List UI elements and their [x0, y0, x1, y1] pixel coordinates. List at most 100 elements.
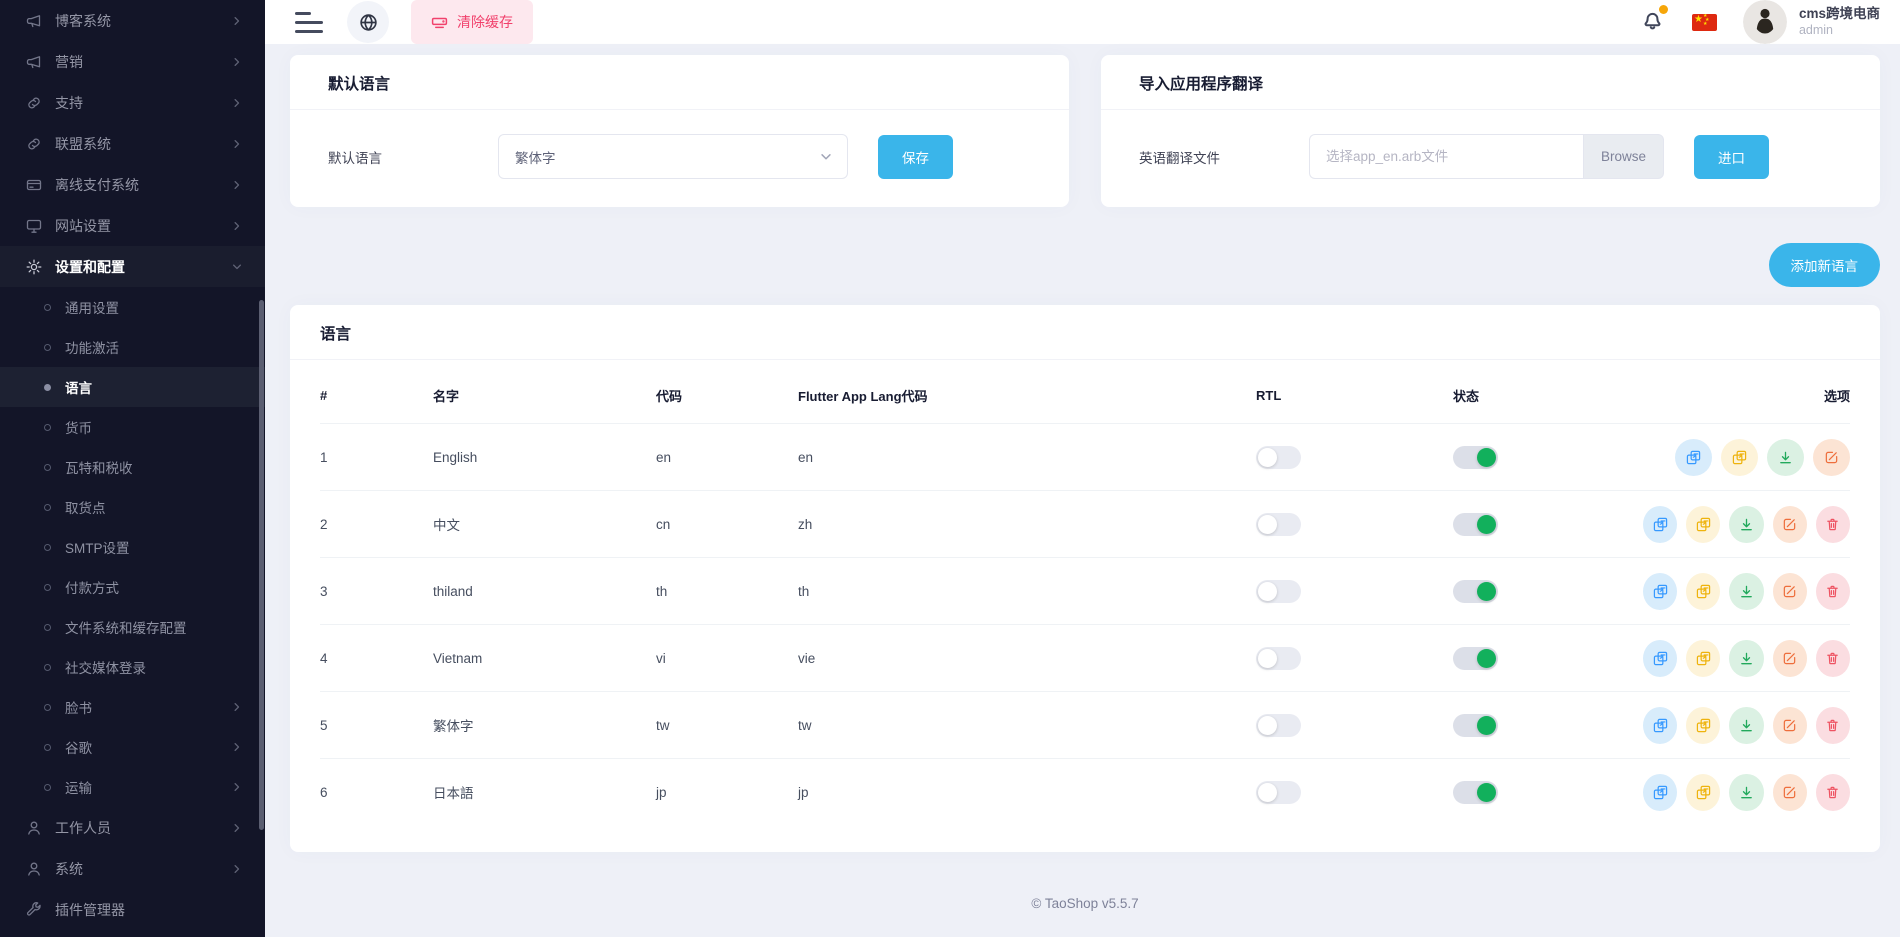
edit-button[interactable]: [1773, 640, 1807, 677]
rtl-toggle[interactable]: [1256, 781, 1301, 804]
rtl-toggle[interactable]: [1256, 446, 1301, 469]
download-button[interactable]: [1729, 573, 1763, 610]
cell-code: tw: [656, 692, 798, 759]
translate-copy-button[interactable]: [1643, 573, 1677, 610]
add-language-button[interactable]: 添加新语言: [1769, 243, 1881, 287]
sidebar-subitem-language[interactable]: 语言: [0, 367, 265, 407]
delete-button[interactable]: [1816, 707, 1850, 744]
sidebar-item-label: 设置和配置: [55, 257, 231, 277]
sidebar-item-affiliate-system[interactable]: 联盟系统: [0, 123, 265, 164]
sidebar-item-offline-payment[interactable]: 离线支付系统: [0, 164, 265, 205]
status-toggle[interactable]: [1453, 580, 1498, 603]
status-toggle[interactable]: [1453, 446, 1498, 469]
translate-copy-button[interactable]: [1675, 439, 1712, 476]
cell-num: 1: [320, 424, 433, 491]
edit-button[interactable]: [1813, 439, 1850, 476]
language-flag-button[interactable]: ★ ★ ★ ★: [1692, 14, 1717, 31]
sidebar-subitem-google[interactable]: 谷歌: [0, 727, 265, 767]
monitor-icon: [26, 218, 42, 234]
download-button[interactable]: [1729, 774, 1763, 811]
translate-copy-button[interactable]: [1643, 707, 1677, 744]
sidebar-subitem-smtp-settings[interactable]: SMTP设置: [0, 527, 265, 567]
status-toggle[interactable]: [1453, 714, 1498, 737]
chevron-right-icon: [231, 863, 243, 875]
edit-icon: [1782, 651, 1797, 666]
sidebar-item-plugin-manager[interactable]: 插件管理器: [0, 889, 265, 930]
default-language-select[interactable]: 繁体字: [498, 134, 848, 179]
translate-button[interactable]: [1686, 707, 1720, 744]
user-icon: [26, 861, 42, 877]
sidebar-item-label: 系统: [55, 859, 231, 879]
download-button[interactable]: [1729, 707, 1763, 744]
import-button[interactable]: 进口: [1694, 135, 1769, 179]
translation-file-input[interactable]: [1309, 134, 1583, 179]
edit-button[interactable]: [1773, 774, 1807, 811]
download-icon: [1739, 584, 1754, 599]
user-meta[interactable]: cms跨境电商 admin: [1799, 6, 1880, 39]
status-toggle[interactable]: [1453, 647, 1498, 670]
sidebar-subitem-filesystem-cache[interactable]: 文件系统和缓存配置: [0, 607, 265, 647]
chevron-right-icon: [231, 701, 243, 713]
sidebar-subitem-general-settings[interactable]: 通用设置: [0, 287, 265, 327]
sidebar-subitem-payment-methods[interactable]: 付款方式: [0, 567, 265, 607]
translate-copy-button[interactable]: [1643, 640, 1677, 677]
status-toggle[interactable]: [1453, 513, 1498, 536]
sidebar-item-label: 支持: [55, 93, 231, 113]
status-toggle[interactable]: [1453, 781, 1498, 804]
download-button[interactable]: [1767, 439, 1804, 476]
table-row: 3 thiland th th: [320, 558, 1850, 625]
clear-cache-button[interactable]: 清除缓存: [411, 0, 533, 44]
sidebar-subitem-label: 功能激活: [65, 337, 119, 357]
delete-button[interactable]: [1816, 506, 1850, 543]
globe-button[interactable]: [347, 1, 389, 43]
sidebar-item-support[interactable]: 支持: [0, 82, 265, 123]
sidebar-item-settings-config[interactable]: 设置和配置: [0, 246, 265, 287]
edit-button[interactable]: [1773, 707, 1807, 744]
browse-button[interactable]: Browse: [1583, 134, 1664, 179]
sidebar-subitem-feature-activation[interactable]: 功能激活: [0, 327, 265, 367]
rtl-toggle[interactable]: [1256, 580, 1301, 603]
sidebar-subitem-currency[interactable]: 货币: [0, 407, 265, 447]
main-area: 清除缓存 ★ ★ ★ ★: [265, 0, 1900, 937]
megaphone-icon: [26, 54, 42, 70]
hamburger-menu-button[interactable]: [295, 12, 325, 33]
translate-button[interactable]: [1721, 439, 1758, 476]
sidebar-subitem-vat-tax[interactable]: 瓦特和税收: [0, 447, 265, 487]
delete-button[interactable]: [1816, 640, 1850, 677]
sidebar-scrollbar[interactable]: [259, 300, 264, 830]
translate-button[interactable]: [1686, 774, 1720, 811]
edit-button[interactable]: [1773, 573, 1807, 610]
translate-copy-button[interactable]: [1643, 774, 1677, 811]
rtl-toggle[interactable]: [1256, 647, 1301, 670]
sidebar-item-marketing[interactable]: 营销: [0, 41, 265, 82]
save-button[interactable]: 保存: [878, 135, 953, 179]
table-row: 6 日本語 jp jp: [320, 759, 1850, 826]
download-button[interactable]: [1729, 506, 1763, 543]
rtl-toggle[interactable]: [1256, 714, 1301, 737]
cell-name: 中文: [433, 491, 656, 558]
cell-flutter-code: vie: [798, 625, 1256, 692]
notifications-button[interactable]: [1641, 8, 1664, 36]
bullet-icon: [44, 304, 51, 311]
sidebar-item-website-settings[interactable]: 网站设置: [0, 205, 265, 246]
rtl-toggle[interactable]: [1256, 513, 1301, 536]
sidebar-item-staff[interactable]: 工作人员: [0, 807, 265, 848]
translate-button[interactable]: [1686, 640, 1720, 677]
translate-copy-button[interactable]: [1643, 506, 1677, 543]
sidebar-item-blog-system[interactable]: 博客系统: [0, 0, 265, 41]
selected-language-value: 繁体字: [515, 147, 556, 167]
avatar[interactable]: [1743, 0, 1787, 44]
delete-button[interactable]: [1816, 573, 1850, 610]
translate-button[interactable]: [1686, 573, 1720, 610]
sidebar-subitem-facebook[interactable]: 脸书: [0, 687, 265, 727]
translate-button[interactable]: [1686, 506, 1720, 543]
chevron-right-icon: [231, 822, 243, 834]
sidebar-subitem-shipping[interactable]: 运输: [0, 767, 265, 807]
edit-button[interactable]: [1773, 506, 1807, 543]
sidebar-item-system[interactable]: 系统: [0, 848, 265, 889]
download-button[interactable]: [1729, 640, 1763, 677]
edit-icon: [1782, 718, 1797, 733]
sidebar-subitem-pickup-point[interactable]: 取货点: [0, 487, 265, 527]
delete-button[interactable]: [1816, 774, 1850, 811]
sidebar-subitem-social-login[interactable]: 社交媒体登录: [0, 647, 265, 687]
